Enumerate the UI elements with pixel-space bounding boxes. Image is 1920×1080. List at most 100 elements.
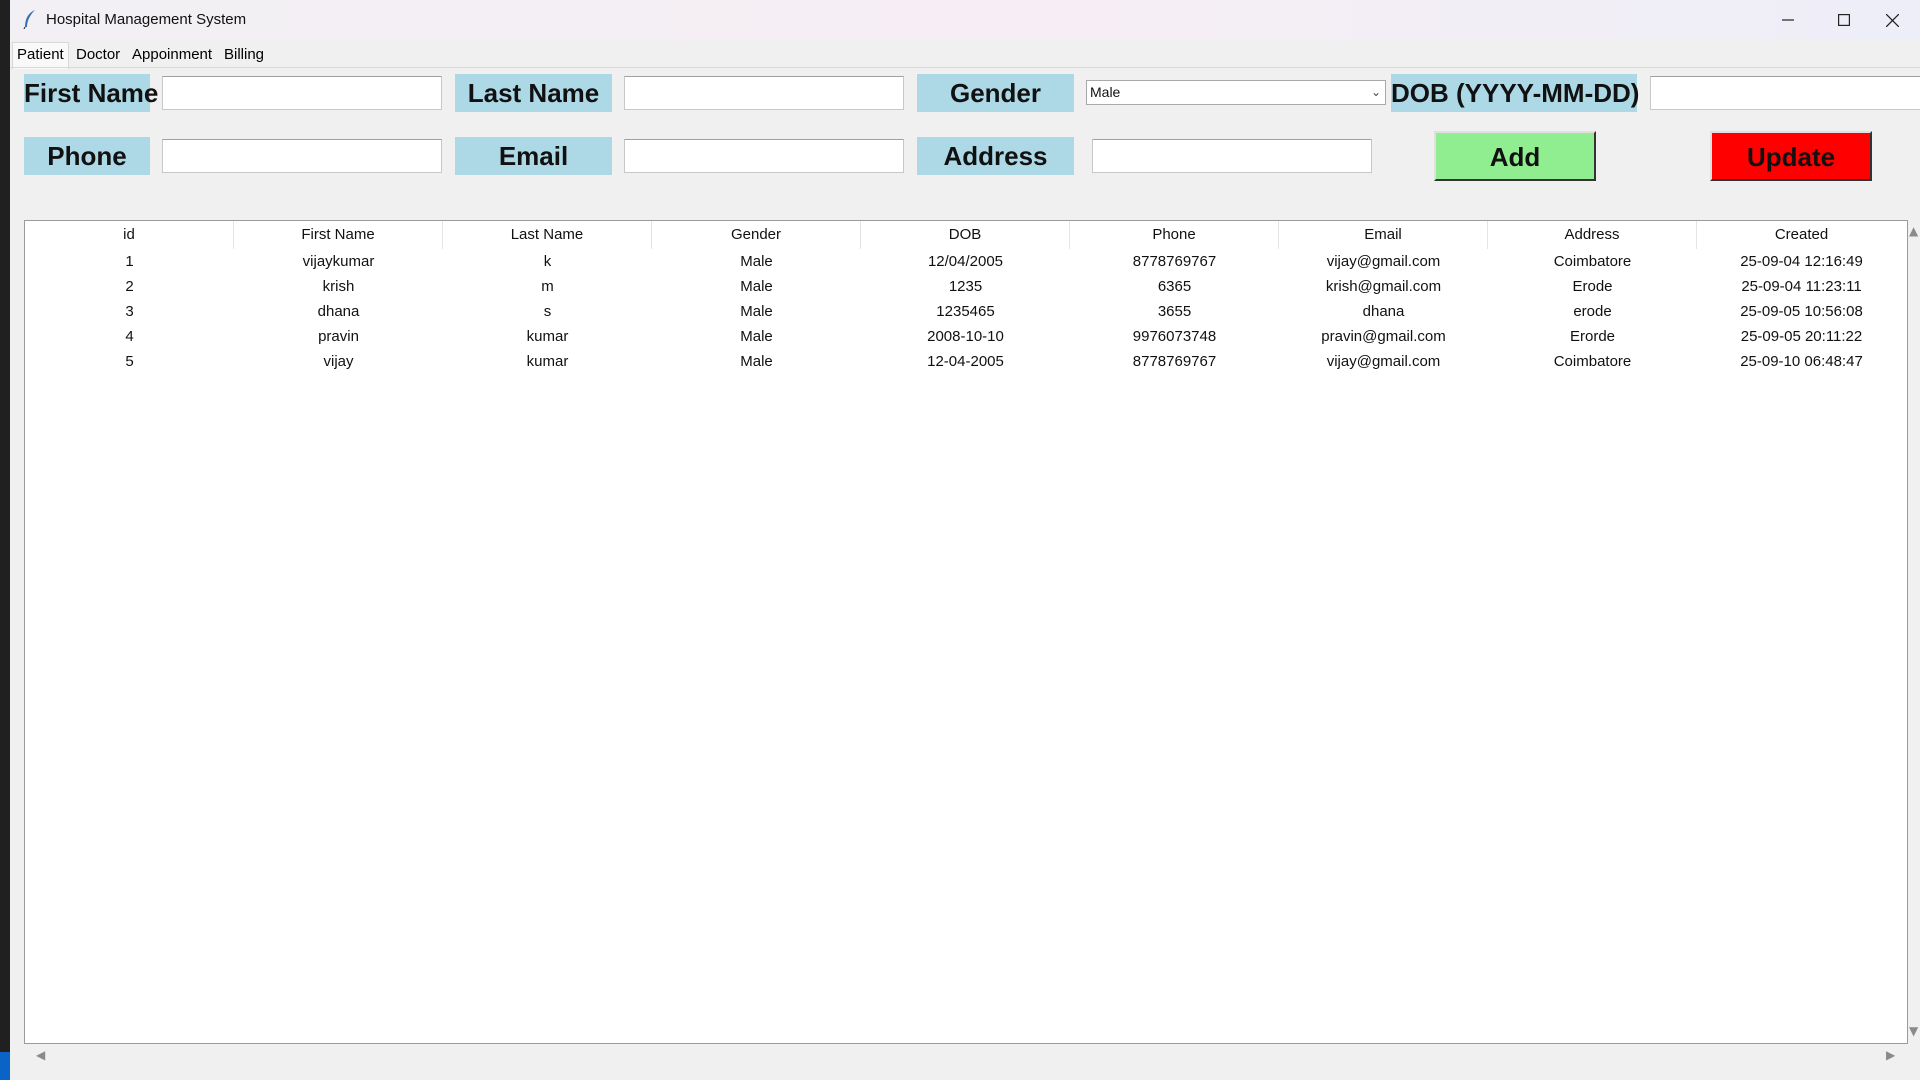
gender-label: Gender <box>917 74 1074 112</box>
cell-created: 25-09-10 06:48:47 <box>1740 353 1863 370</box>
title-bar: Hospital Management System <box>10 0 1920 40</box>
phone-label: Phone <box>24 137 150 175</box>
scroll-up-icon[interactable]: ▲ <box>1909 224 1918 238</box>
chevron-down-icon[interactable]: ⌄ <box>1371 81 1381 104</box>
dob-field[interactable] <box>1650 76 1920 110</box>
cell-first-name: vijay <box>323 353 354 370</box>
cell-phone: 3655 <box>1157 303 1192 320</box>
cell-dob: 2008-10-10 <box>927 328 1004 345</box>
first-name-field[interactable] <box>162 76 442 110</box>
update-button[interactable]: Update <box>1710 131 1872 181</box>
tab-billing[interactable]: Billing <box>220 44 269 66</box>
cell-phone: 8778769767 <box>1132 253 1217 270</box>
table-row[interactable]: 1 vijaykumar k Male 12/04/2005 877876976… <box>25 249 1907 274</box>
taskbar-fragment <box>0 1052 10 1080</box>
window-title: Hospital Management System <box>46 11 247 28</box>
cell-address: Erorde <box>1569 328 1616 345</box>
cell-id: 5 <box>125 353 134 370</box>
last-name-field[interactable] <box>624 76 904 110</box>
cell-id: 4 <box>125 328 134 345</box>
add-button[interactable]: Add <box>1434 131 1596 181</box>
cell-last-name: m <box>541 278 554 295</box>
cell-first-name: pravin <box>318 328 359 345</box>
column-header-dob[interactable]: DOB <box>861 221 1070 249</box>
email-field[interactable] <box>624 139 904 173</box>
horizontal-scrollbar[interactable]: ◀ ▶ <box>24 1046 1908 1064</box>
desktop-edge <box>0 0 10 1080</box>
cell-last-name: kumar <box>526 328 569 345</box>
tab-divider <box>10 67 1920 68</box>
cell-gender: Male <box>740 353 773 370</box>
cell-address: erode <box>1573 303 1612 320</box>
cell-id: 1 <box>125 253 134 270</box>
scroll-right-icon[interactable]: ▶ <box>1886 1048 1895 1062</box>
table-row[interactable]: 3 dhana s Male 1235465 3655 dhana erode … <box>25 299 1907 324</box>
cell-first-name: vijaykumar <box>302 253 375 270</box>
column-header-last-name[interactable]: Last Name <box>443 221 652 249</box>
minimize-button[interactable] <box>1760 0 1816 40</box>
close-icon <box>1885 13 1899 27</box>
cell-address: Coimbatore <box>1553 353 1632 370</box>
cell-email: pravin@gmail.com <box>1321 328 1446 345</box>
column-header-email[interactable]: Email <box>1279 221 1488 249</box>
table-row[interactable]: 4 pravin kumar Male 2008-10-10 997607374… <box>25 324 1907 349</box>
cell-phone: 9976073748 <box>1132 328 1217 345</box>
gender-select[interactable]: Male ⌄ <box>1086 80 1386 105</box>
cell-gender: Male <box>740 303 773 320</box>
last-name-label: Last Name <box>455 74 612 112</box>
column-header-first-name[interactable]: First Name <box>234 221 443 249</box>
table-row[interactable]: 2 krish m Male 1235 6365 krish@gmail.com… <box>25 274 1907 299</box>
address-label: Address <box>917 137 1074 175</box>
cell-address: Erode <box>1572 278 1613 295</box>
column-header-gender[interactable]: Gender <box>652 221 861 249</box>
cell-created: 25-09-04 12:16:49 <box>1740 253 1863 270</box>
tab-patient[interactable]: Patient <box>12 42 69 69</box>
patient-table[interactable]: id First Name Last Name Gender DOB Phone… <box>24 220 1908 1044</box>
app-window: Hospital Management System Patient Docto… <box>10 0 1920 1080</box>
phone-field[interactable] <box>162 139 442 173</box>
maximize-icon <box>1838 14 1850 26</box>
cell-gender: Male <box>740 328 773 345</box>
scroll-down-icon[interactable]: ▼ <box>1909 1024 1918 1038</box>
cell-dob: 1235465 <box>936 303 995 320</box>
cell-first-name: krish <box>322 278 355 295</box>
cell-email: dhana <box>1362 303 1405 320</box>
gender-value: Male <box>1090 84 1121 100</box>
cell-created: 25-09-05 20:11:22 <box>1740 328 1863 345</box>
column-header-id[interactable]: id <box>25 221 234 249</box>
cell-dob: 12/04/2005 <box>927 253 1004 270</box>
column-header-address[interactable]: Address <box>1488 221 1697 249</box>
tab-appoinment[interactable]: Appoinment <box>128 44 217 66</box>
cell-phone: 8778769767 <box>1132 353 1217 370</box>
cell-email: vijay@gmail.com <box>1326 253 1441 270</box>
feather-icon <box>23 10 35 29</box>
cell-id: 2 <box>125 278 134 295</box>
cell-phone: 6365 <box>1157 278 1192 295</box>
vertical-scrollbar[interactable]: ▲ ▼ <box>1908 220 1920 1044</box>
cell-last-name: s <box>543 303 552 320</box>
email-label: Email <box>455 137 612 175</box>
address-field[interactable] <box>1092 139 1372 173</box>
column-header-created[interactable]: Created <box>1697 221 1906 249</box>
cell-last-name: kumar <box>526 353 569 370</box>
cell-created: 25-09-04 11:23:11 <box>1741 278 1862 295</box>
close-button[interactable] <box>1864 0 1920 40</box>
cell-dob: 1235 <box>948 278 983 295</box>
cell-dob: 12-04-2005 <box>927 353 1004 370</box>
cell-created: 25-09-05 10:56:08 <box>1740 303 1863 320</box>
tab-doctor[interactable]: Doctor <box>72 44 125 66</box>
table-header: id First Name Last Name Gender DOB Phone… <box>25 221 1907 249</box>
cell-last-name: k <box>543 253 552 270</box>
scroll-left-icon[interactable]: ◀ <box>36 1048 45 1062</box>
cell-first-name: dhana <box>317 303 360 320</box>
table-row[interactable]: 5 vijay kumar Male 12-04-2005 8778769767… <box>25 349 1907 374</box>
first-name-label: First Name <box>24 74 158 112</box>
cell-email: vijay@gmail.com <box>1326 353 1441 370</box>
dob-label: DOB (YYYY-MM-DD) <box>1391 74 1639 112</box>
cell-gender: Male <box>740 278 773 295</box>
column-header-phone[interactable]: Phone <box>1070 221 1279 249</box>
cell-email: krish@gmail.com <box>1325 278 1442 295</box>
cell-gender: Male <box>740 253 773 270</box>
cell-id: 3 <box>125 303 134 320</box>
cell-address: Coimbatore <box>1553 253 1632 270</box>
